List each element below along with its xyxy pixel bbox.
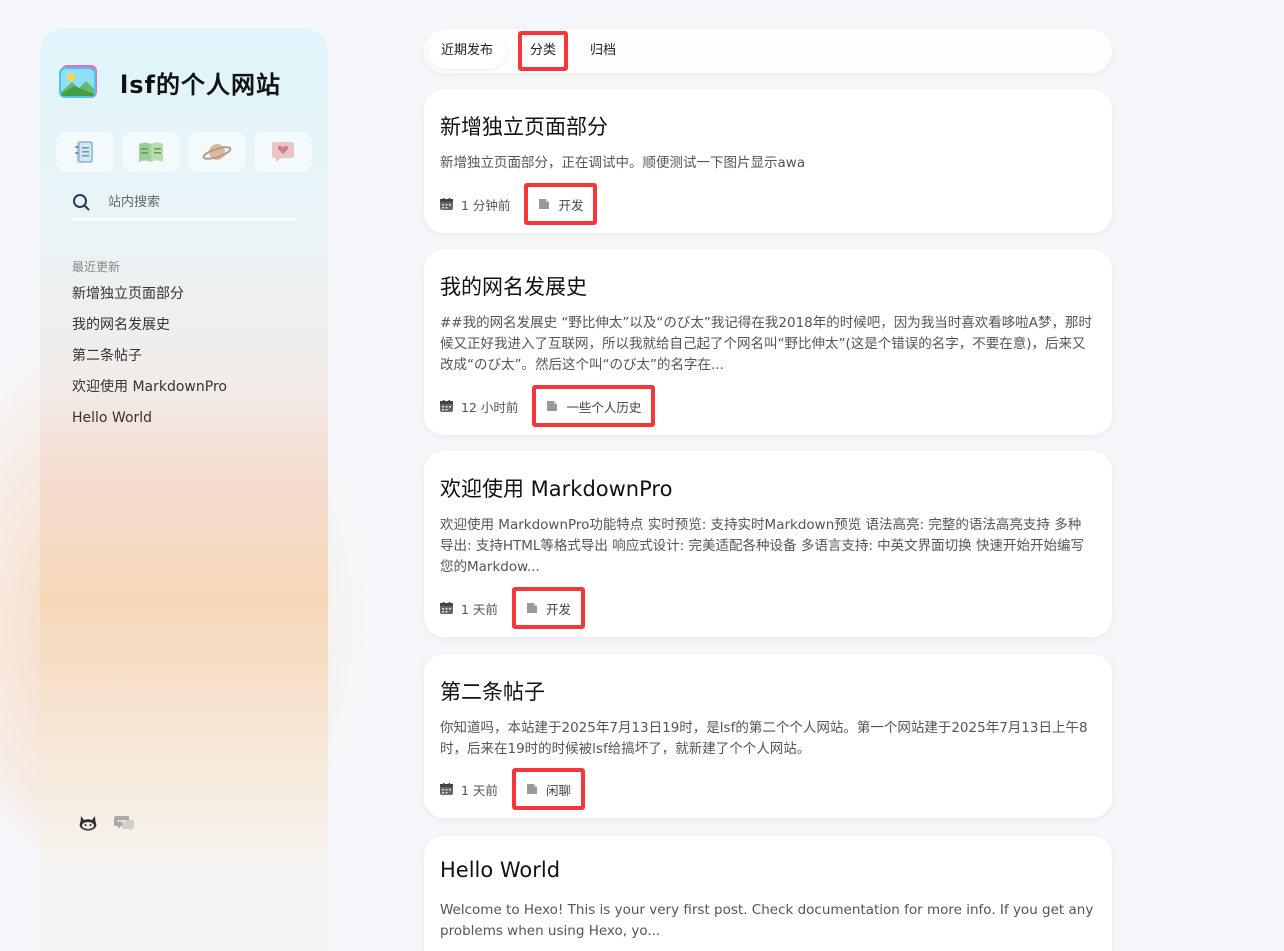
folder-icon: [526, 603, 537, 613]
post-meta: 12 小时前 一些个人历史: [440, 385, 656, 427]
tab-archive[interactable]: 归档: [590, 29, 616, 73]
calendar-icon: [440, 783, 453, 795]
github-icon[interactable]: [78, 814, 98, 832]
category-label: 开发: [545, 601, 571, 617]
recent-item[interactable]: 我的网名发展史: [72, 314, 227, 345]
category-label: 开发: [558, 197, 584, 213]
recent-item[interactable]: 欢迎使用 MarkdownPro: [72, 376, 227, 407]
quick-link-planet[interactable]: [188, 132, 246, 172]
post-excerpt: 你知道吗，本站建于2025年7月13日19时，是lsf的第二个个人网站。第一个网…: [440, 720, 1088, 757]
quick-link-guestbook[interactable]: [254, 132, 312, 172]
social-links: [78, 814, 134, 832]
calendar-icon: [440, 602, 453, 614]
post-time: 12 小时前: [461, 399, 519, 415]
post-card[interactable]: Hello World Welcome to Hexo! This is you…: [424, 836, 1112, 951]
post-excerpt: 欢迎使用 MarkdownPro功能特点 实时预览: 支持实时Markdown预…: [440, 517, 1084, 575]
open-book-icon: [139, 142, 163, 162]
folder-icon: [539, 199, 550, 209]
folder-icon: [547, 401, 558, 411]
tab-recent[interactable]: 近期发布: [428, 33, 507, 69]
page: lsf的个人网站 站内搜索 最近更新 新增独立页面部分 我的网名发展史 第二条帖…: [0, 0, 1284, 951]
tab-category[interactable]: 分类: [518, 31, 568, 71]
post-title[interactable]: 我的网名发展史: [440, 271, 587, 301]
folder-icon: [526, 784, 537, 794]
post-time: 1 天前: [461, 601, 498, 617]
recent-updates-label: 最近更新: [72, 260, 121, 274]
recent-updates-list: 新增独立页面部分 我的网名发展史 第二条帖子 欢迎使用 MarkdownPro …: [72, 283, 227, 438]
post-title[interactable]: 欢迎使用 MarkdownPro: [440, 473, 672, 503]
post-meta: 1 分钟前 开发: [440, 183, 598, 225]
category-tag[interactable]: 开发: [524, 183, 598, 225]
post-time: 1 分钟前: [461, 197, 511, 213]
post-excerpt: Welcome to Hexo! This is your very first…: [440, 902, 1094, 939]
site-title: lsf的个人网站: [120, 70, 281, 99]
notebook-icon: [75, 141, 93, 163]
recent-item[interactable]: 第二条帖子: [72, 345, 227, 376]
post-meta: 1 天前 闲聊: [440, 768, 585, 810]
category-tag[interactable]: 闲聊: [511, 768, 585, 810]
landscape-logo-icon: [59, 65, 97, 98]
quick-links: [56, 132, 312, 172]
post-card[interactable]: 我的网名发展史 ##我的网名发展史 “野比伸太”以及“のび太”我记得在我2018…: [424, 249, 1112, 435]
post-card[interactable]: 新增独立页面部分 新增独立页面部分，正在调试中。顺便测试一下图片显示awa 1 …: [424, 89, 1112, 233]
brand[interactable]: lsf的个人网站: [58, 64, 281, 100]
post-title[interactable]: 新增独立页面部分: [440, 111, 608, 141]
category-label: 一些个人历史: [566, 399, 642, 415]
post-card[interactable]: 欢迎使用 MarkdownPro 欢迎使用 MarkdownPro功能特点 实时…: [424, 451, 1112, 637]
search-input[interactable]: [106, 193, 290, 211]
post-excerpt: 新增独立页面部分，正在调试中。顺便测试一下图片显示awa: [440, 155, 806, 171]
quick-link-book[interactable]: [122, 132, 180, 172]
category-tag[interactable]: 一些个人历史: [532, 385, 656, 427]
quick-link-notebook[interactable]: [56, 132, 114, 172]
category-tag[interactable]: 开发: [511, 587, 585, 629]
post-title[interactable]: Hello World: [440, 858, 560, 882]
post-title[interactable]: 第二条帖子: [440, 676, 545, 706]
recent-item[interactable]: Hello World: [72, 407, 227, 438]
post-card[interactable]: 第二条帖子 你知道吗，本站建于2025年7月13日19时，是lsf的第二个个人网…: [424, 654, 1112, 818]
post-tabs: 近期发布 分类 归档: [424, 29, 1112, 73]
calendar-icon: [440, 400, 453, 412]
post-time: 1 天前: [461, 782, 498, 798]
chat-icon[interactable]: [114, 814, 134, 832]
post-meta: 1 天前 开发: [440, 587, 585, 629]
search-icon: [73, 194, 90, 211]
calendar-icon: [440, 198, 453, 210]
heart-message-icon: [272, 142, 294, 162]
category-label: 闲聊: [545, 782, 571, 798]
recent-item[interactable]: 新增独立页面部分: [72, 283, 227, 314]
search-box: [72, 186, 296, 220]
planet-icon: [202, 144, 232, 160]
sidebar: lsf的个人网站 站内搜索 最近更新 新增独立页面部分 我的网名发展史 第二条帖…: [40, 28, 328, 951]
post-excerpt: ##我的网名发展史 “野比伸太”以及“のび太”我记得在我2018年的时候吧，因为…: [440, 315, 1092, 373]
